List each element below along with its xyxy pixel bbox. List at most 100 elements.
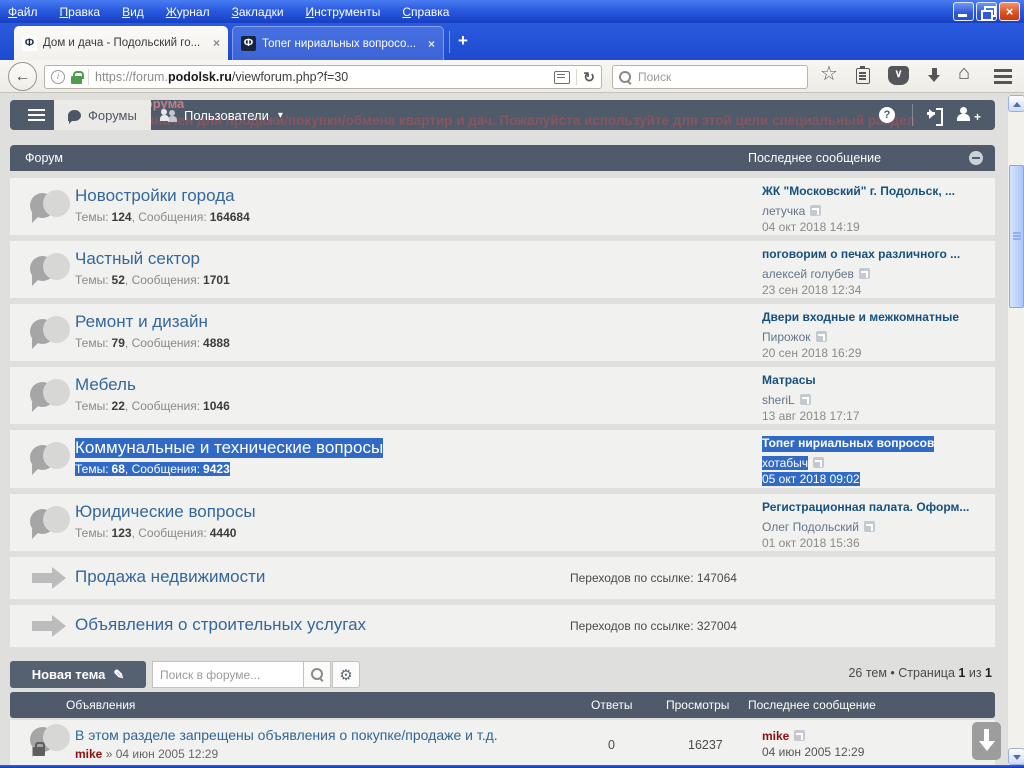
back-button[interactable]: ← [8, 62, 37, 91]
tab-title: Топег нириальных вопросо... [262, 38, 422, 50]
menu-edit[interactable]: Правка [60, 5, 101, 19]
scrollbar-up-icon[interactable] [1008, 95, 1024, 112]
nav-tab-forums[interactable]: Форумы [54, 100, 151, 130]
forum-search-input[interactable] [160, 668, 296, 682]
goto-post-icon[interactable] [794, 730, 805, 741]
page-scrollbar[interactable] [1007, 95, 1024, 765]
forum-title-link[interactable]: Частный сектор [75, 249, 200, 269]
last-post-user[interactable]: sheriL [762, 393, 795, 407]
restore-button[interactable] [976, 2, 997, 21]
tab-close-icon[interactable]: × [428, 37, 435, 51]
last-post: поговорим о печах различного ... алексей… [762, 247, 990, 298]
link-arrow-icon [32, 615, 68, 637]
last-topic-link[interactable]: Топег нириальных вопросов [762, 436, 934, 452]
menu-tools[interactable]: Инструменты [306, 5, 381, 19]
library-icon[interactable] [856, 68, 870, 84]
menu-file[interactable]: Файл [8, 5, 38, 19]
nav-tab-users[interactable]: Пользователи ▾ [146, 100, 297, 130]
goto-post-icon[interactable] [810, 205, 821, 216]
scrollbar-down-icon[interactable] [1008, 748, 1024, 765]
link-forum-title[interactable]: Объявления о строительных услугах [75, 615, 366, 635]
lastpost-column-label: Последнее сообщение [748, 151, 881, 165]
scroll-down-button[interactable] [972, 722, 1001, 760]
new-topic-button[interactable]: Новая тема ✎ [10, 661, 146, 688]
minimize-button[interactable] [953, 2, 974, 21]
menu-bar: Файл Правка Вид Журнал Закладки Инструме… [8, 5, 449, 19]
tab-inactive[interactable]: Ф Топег нириальных вопросо... × [232, 26, 444, 60]
last-post-date: 04 окт 2018 14:19 [762, 220, 860, 234]
forum-stats: Темы:22, Сообщения:1046 [75, 399, 230, 413]
last-post-user[interactable]: Пирожок [762, 330, 811, 344]
forum-bubbles-icon [30, 379, 70, 413]
last-topic-link[interactable]: ЖК "Московский" г. Подольск, ... [762, 184, 955, 200]
last-post-user[interactable]: Олег Подольский [762, 520, 859, 534]
menu-help[interactable]: Справка [402, 5, 449, 19]
forum-search-button[interactable] [303, 661, 331, 688]
chevron-down-icon: ▾ [278, 110, 283, 121]
url-bar[interactable]: i https://forum.podolsk.ru/viewforum.php… [44, 65, 602, 89]
tab-active[interactable]: Ф Дом и дача - Подольский го... × [14, 26, 228, 60]
goto-post-icon[interactable] [800, 394, 811, 405]
scrollbar-thumb[interactable] [1009, 165, 1024, 308]
downloads-icon[interactable] [928, 68, 941, 83]
forum-search-field[interactable] [152, 661, 304, 688]
reader-mode-icon[interactable] [554, 71, 570, 84]
register-plus-icon[interactable]: + [974, 110, 981, 124]
lock-icon [33, 742, 45, 756]
nav-hamburger-icon[interactable] [28, 109, 45, 111]
browser-window: Файл Правка Вид Журнал Закладки Инструме… [0, 0, 1024, 768]
link-clicks: Переходов по ссылке: 327004 [570, 619, 737, 633]
last-post-date: 20 сен 2018 16:29 [762, 346, 861, 360]
search-icon [311, 668, 324, 681]
forum-title-link[interactable]: Юридические вопросы [75, 502, 256, 522]
pocket-icon[interactable]: ∨ [888, 66, 909, 85]
bookmark-star-icon[interactable]: ☆ [820, 64, 838, 84]
forum-row-selected: Коммунальные и технические вопросы Темы:… [10, 430, 995, 488]
goto-post-icon[interactable] [816, 331, 827, 342]
forum-title-link[interactable]: Коммунальные и технические вопросы [75, 438, 383, 458]
goto-post-icon[interactable] [813, 457, 824, 468]
tab-close-icon[interactable]: × [213, 36, 220, 50]
last-topic-link[interactable]: поговорим о печах различного ... [762, 247, 960, 263]
close-button[interactable]: × [999, 2, 1020, 21]
reload-icon[interactable]: ↻ [583, 69, 595, 86]
browser-search[interactable] [612, 65, 808, 89]
forum-row: Юридические вопросы Темы:123, Сообщения:… [10, 494, 995, 551]
menu-history[interactable]: Журнал [166, 5, 210, 19]
search-settings-button[interactable]: ⚙ [332, 661, 360, 688]
last-post-user[interactable]: летучка [762, 204, 805, 218]
last-post: ЖК "Московский" г. Подольск, ... летучка… [762, 184, 990, 235]
last-post-user[interactable]: алексей голубев [762, 267, 854, 281]
goto-post-icon[interactable] [859, 268, 870, 279]
forum-stats: Темы:123, Сообщения:4440 [75, 526, 236, 540]
https-lock-icon[interactable] [71, 70, 82, 84]
browser-search-input[interactable] [638, 70, 788, 84]
link-forum-title[interactable]: Продажа недвижимости [75, 567, 265, 587]
last-post-date: 13 авг 2018 17:17 [762, 409, 860, 423]
announcement-title-link[interactable]: В этом разделе запрещены объявления о по… [75, 727, 498, 743]
views-column-label: Просмотры [666, 698, 729, 712]
last-topic-link[interactable]: Двери входные и межкомнатные [762, 310, 959, 326]
announcements-label: Объявления [66, 698, 135, 712]
login-icon[interactable] [929, 109, 940, 119]
url-text[interactable]: https://forum.podolsk.ru/viewforum.php?f… [95, 70, 548, 84]
goto-post-icon[interactable] [864, 521, 875, 532]
last-post-user[interactable]: хотабыч [762, 456, 808, 470]
collapse-icon[interactable] [969, 151, 983, 165]
page-info-icon[interactable]: i [51, 70, 65, 84]
help-icon[interactable]: ? [879, 107, 895, 123]
forum-title-link[interactable]: Мебель [75, 375, 136, 395]
home-icon[interactable]: ⌂ [958, 63, 970, 83]
menu-view[interactable]: Вид [122, 5, 144, 19]
nav-users-label: Пользователи [184, 108, 269, 123]
last-topic-link[interactable]: Регистрационная палата. Оформ... [762, 500, 969, 516]
new-tab-button[interactable]: + [458, 31, 468, 51]
menu-hamburger-icon[interactable] [994, 69, 1012, 72]
last-topic-link[interactable]: Матрасы [762, 373, 816, 389]
forum-title-link[interactable]: Новостройки города [75, 186, 235, 206]
author-link[interactable]: mike [75, 747, 102, 761]
forum-title-link[interactable]: Ремонт и дизайн [75, 312, 208, 332]
replies-count: 0 [608, 738, 615, 752]
last-post-user[interactable]: mike [762, 729, 789, 743]
menu-bookmarks[interactable]: Закладки [232, 5, 284, 19]
